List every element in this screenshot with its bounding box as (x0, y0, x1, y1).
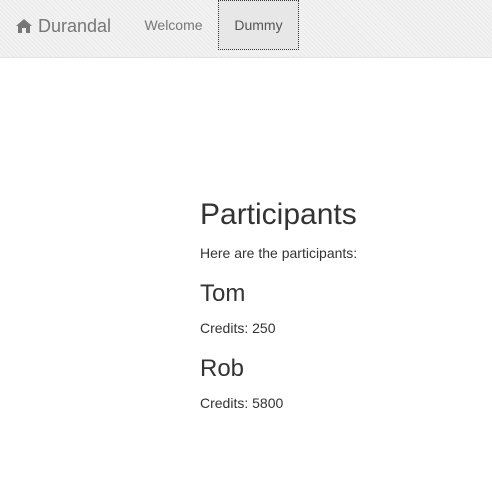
participant-name: Rob (200, 355, 245, 382)
navbar: Durandal Welcome Dummy (0, 0, 492, 58)
participant-credits: Credits: 250 (200, 320, 276, 336)
main-content: Participants Here are the participants: … (200, 196, 480, 413)
participant-credits: Credits: 5800 (200, 395, 284, 411)
participant-item: Rob Credits: 5800 (200, 354, 480, 413)
nav-item-welcome[interactable]: Welcome (129, 0, 218, 50)
intro-text: Here are the participants: (200, 245, 358, 261)
participant-name: Tom (200, 280, 246, 307)
page-title: Participants (200, 198, 357, 231)
brand-link[interactable]: Durandal (15, 15, 111, 37)
participant-item: Tom Credits: 250 (200, 279, 480, 338)
brand-name: Durandal (38, 16, 112, 36)
home-icon (15, 18, 33, 34)
nav-item-dummy[interactable]: Dummy (218, 0, 299, 50)
